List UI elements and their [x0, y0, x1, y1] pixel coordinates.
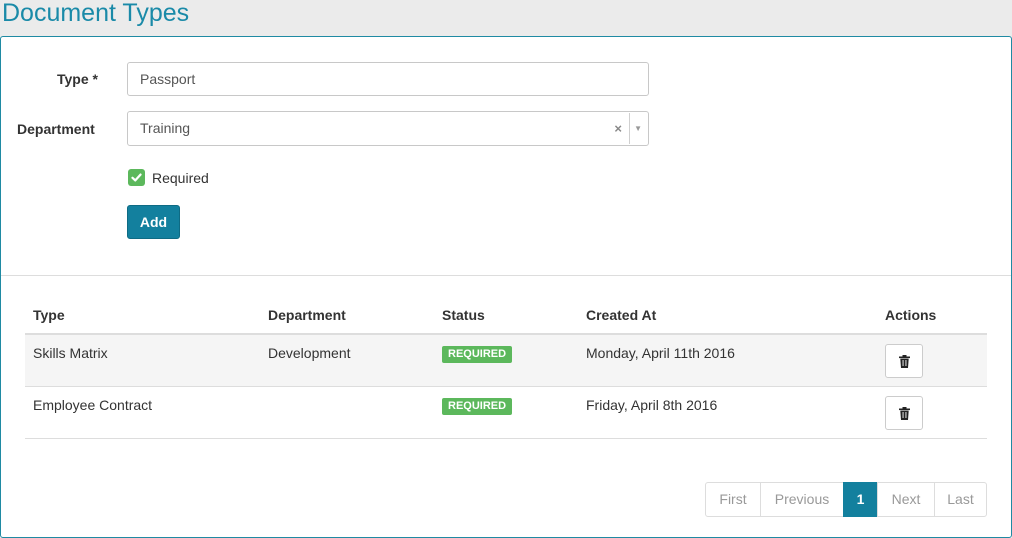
required-checkbox[interactable]: [128, 169, 145, 186]
cell-created-at: Monday, April 11th 2016: [586, 345, 735, 361]
header-department[interactable]: Department: [268, 307, 346, 323]
page-first-button[interactable]: First: [705, 482, 761, 517]
header-actions: Actions: [885, 307, 937, 323]
document-types-panel: Type * Passport Department Training × ▼ …: [0, 36, 1012, 538]
page-previous-button[interactable]: Previous: [760, 482, 844, 517]
header-created-at[interactable]: Created At: [586, 307, 656, 323]
cell-type: Skills Matrix: [33, 345, 108, 361]
header-status[interactable]: Status: [442, 307, 485, 323]
delete-button[interactable]: [885, 344, 923, 378]
table-header-row: Type Department Status Created At Action…: [25, 299, 987, 335]
table-row: Skills Matrix Development REQUIRED Monda…: [25, 335, 987, 387]
page-next-button[interactable]: Next: [877, 482, 935, 517]
trash-icon: [899, 355, 910, 368]
delete-button[interactable]: [885, 396, 923, 430]
department-label: Department: [17, 121, 95, 137]
page-title: Document Types: [2, 0, 190, 27]
status-badge: REQUIRED: [442, 346, 513, 363]
page-last-button[interactable]: Last: [934, 482, 987, 517]
type-label: Type *: [57, 71, 98, 87]
required-label[interactable]: Required: [152, 170, 209, 186]
cell-created-at: Friday, April 8th 2016: [586, 397, 718, 413]
cell-type: Employee Contract: [33, 397, 153, 413]
chevron-down-icon[interactable]: ▼: [634, 112, 642, 145]
select-separator: [629, 113, 630, 144]
section-divider: [1, 275, 1011, 276]
cell-department: Development: [268, 345, 351, 361]
trash-icon: [899, 407, 910, 420]
add-button[interactable]: Add: [127, 205, 180, 239]
page-current-button[interactable]: 1: [843, 482, 878, 517]
header-type[interactable]: Type: [33, 307, 65, 323]
status-badge: REQUIRED: [442, 398, 513, 415]
type-input[interactable]: Passport: [127, 62, 649, 96]
table-row: Employee Contract REQUIRED Friday, April…: [25, 387, 987, 439]
document-types-table: Type Department Status Created At Action…: [25, 299, 987, 439]
check-icon: [131, 173, 142, 182]
department-select[interactable]: Training × ▼: [127, 111, 649, 146]
pagination: First Previous 1 Next Last: [705, 482, 987, 517]
clear-selection-icon[interactable]: ×: [614, 112, 622, 145]
department-selected-value: Training: [140, 120, 191, 136]
